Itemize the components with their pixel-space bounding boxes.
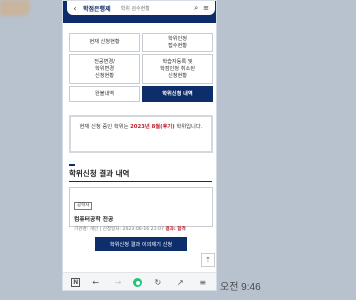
menu-degree-application-history[interactable]: 학위신청 내역 xyxy=(142,86,213,102)
scroll-top-icon[interactable]: ⇡ xyxy=(201,253,215,267)
result-card: 공학사 컴퓨터공학 전공 기관명: 개인 | 신청일자: 2023-06-16 … xyxy=(69,187,213,232)
hamburger-menu-icon[interactable]: ≡ xyxy=(203,4,209,13)
browser-nav-bar: N ← → ↻ ↗ ≡ xyxy=(63,272,216,290)
section-title: 학위신청 결과 내역 xyxy=(69,169,130,178)
notice-prefix: 현재 신청 중인 학위는 xyxy=(79,124,131,130)
notice-highlight: 2023년 8월(후기) xyxy=(130,124,175,130)
application-info: 기관명: 개인 | 신청일자: 2023-06-16 21:07 xyxy=(74,227,164,232)
shared-screenshot[interactable]: ‹ 학점은행제 학위 검수현황 ⌕ ≡ 현재 신청현황 학위인정 접수현황 전공… xyxy=(62,0,217,291)
app-logo: 학점은행제 xyxy=(83,5,111,13)
search-icon[interactable]: ⌕ xyxy=(194,4,198,13)
menu-cancelled-status[interactable]: 학습자등록 및 학점인정 취소된 신청현황 xyxy=(142,54,213,84)
message-timestamp: 오전 9:46 xyxy=(220,282,261,293)
major-name: 컴퓨터공학 전공 xyxy=(74,217,114,223)
notice-suffix: 학위입니다. xyxy=(174,124,203,130)
status-menu-grid: 현재 신청현황 학위인정 접수현황 전공변경/ 학위변경 신청현황 학습자등록 … xyxy=(69,33,213,102)
home-icon[interactable] xyxy=(133,278,143,287)
sender-avatar[interactable] xyxy=(0,0,30,16)
naver-icon[interactable]: N xyxy=(71,278,81,287)
header-subtitle: 학위 검수현황 xyxy=(120,5,150,12)
section-divider xyxy=(69,181,212,182)
appeal-button[interactable]: 학위신청 결과 이의제기 신청 xyxy=(95,237,187,251)
result-status: 결과: 합격 xyxy=(165,227,186,232)
back-icon[interactable]: ← xyxy=(89,278,103,287)
share-icon[interactable]: ↗ xyxy=(173,278,187,287)
menu-major-change-status[interactable]: 전공변경/ 학위변경 신청현황 xyxy=(69,54,140,84)
menu-current-status[interactable]: 현재 신청현황 xyxy=(69,33,140,52)
menu-degree-receipt-status[interactable]: 학위인정 접수현황 xyxy=(142,33,213,52)
result-meta: 기관명: 개인 | 신청일자: 2023-06-16 21:07 결과: 합격 xyxy=(74,226,208,232)
back-arrow-icon[interactable]: ‹ xyxy=(70,4,80,13)
forward-icon[interactable]: → xyxy=(111,278,125,287)
section-accent-bar xyxy=(69,164,75,166)
menu-payment-history[interactable]: 완불내역 xyxy=(69,86,140,102)
degree-type-badge: 공학사 xyxy=(74,202,93,210)
app-header: ‹ 학점은행제 학위 검수현황 ⌕ ≡ xyxy=(63,1,216,23)
refresh-icon[interactable]: ↻ xyxy=(151,278,165,287)
current-degree-notice: 현재 신청 중인 학위는 2023년 8월(후기) 학위입니다. xyxy=(69,115,213,153)
header-bar: ‹ 학점은행제 학위 검수현황 ⌕ ≡ xyxy=(67,1,215,15)
menu-icon[interactable]: ≡ xyxy=(196,278,210,287)
